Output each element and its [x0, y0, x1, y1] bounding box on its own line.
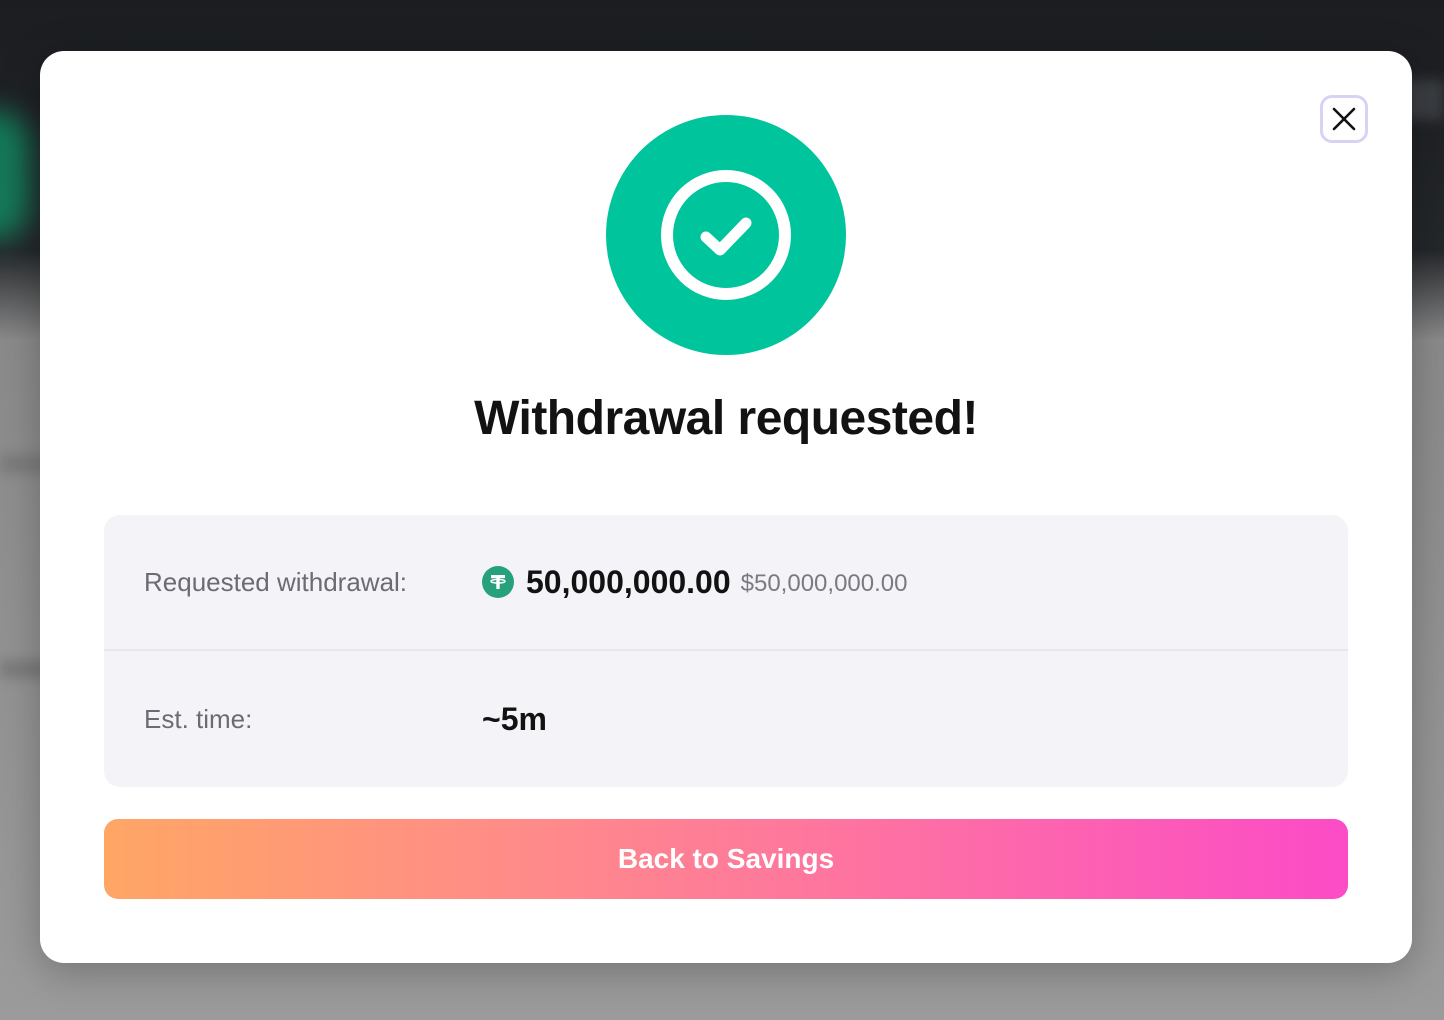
requested-withdrawal-value: 50,000,000.00 $50,000,000.00 — [482, 564, 907, 601]
check-circle-icon — [661, 170, 791, 300]
estimated-time-value-wrap: ~5m — [482, 701, 547, 738]
modal-title: Withdrawal requested! — [474, 392, 978, 445]
requested-withdrawal-label: Requested withdrawal: — [144, 566, 408, 597]
success-badge — [606, 115, 846, 355]
withdrawal-fiat-value: $50,000,000.00 — [740, 570, 908, 597]
close-icon — [1332, 107, 1356, 131]
estimated-time-value: ~5m — [482, 700, 547, 737]
tether-usdt-icon — [482, 566, 514, 598]
estimated-time-label: Est. time: — [144, 703, 253, 734]
back-to-savings-button[interactable]: Back to Savings — [104, 819, 1348, 899]
close-button[interactable] — [1320, 95, 1368, 143]
withdrawal-success-modal: Withdrawal requested! Requested withdraw… — [40, 51, 1412, 963]
estimated-time-row: Est. time: ~5m — [104, 651, 1348, 787]
backdrop-glow — [0, 110, 30, 240]
withdrawal-amount: 50,000,000.00 — [526, 563, 731, 600]
withdrawal-details-card: Requested withdrawal: 50,000,000.00 $50,… — [104, 515, 1348, 787]
requested-withdrawal-row: Requested withdrawal: 50,000,000.00 $50,… — [104, 515, 1348, 651]
